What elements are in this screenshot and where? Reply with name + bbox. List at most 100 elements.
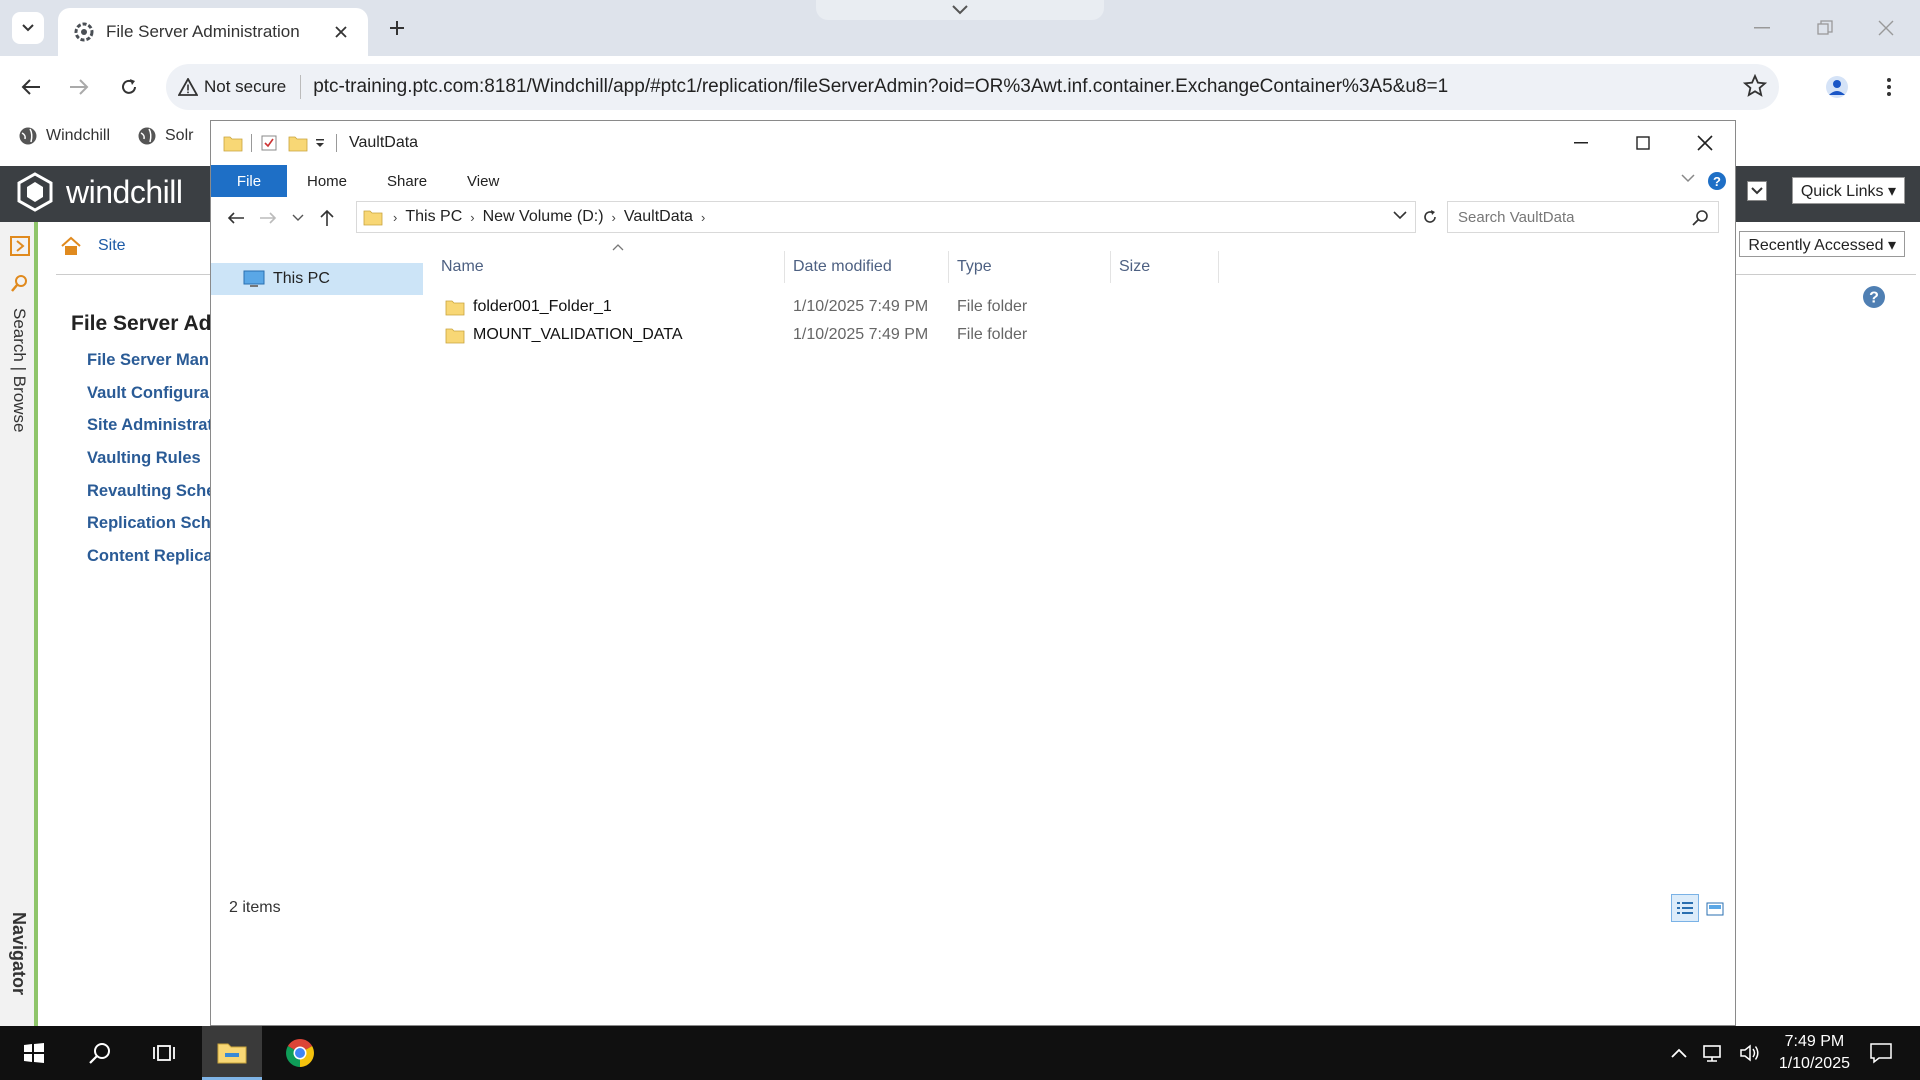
- browser-tab-active[interactable]: File Server Administration: [58, 8, 368, 56]
- sort-ascending-icon: [612, 243, 624, 251]
- explorer-path-bar[interactable]: › This PC › New Volume (D:) › VaultData …: [356, 201, 1416, 233]
- file-server-management-link[interactable]: File Server Man:: [87, 351, 214, 370]
- windchill-logo[interactable]: windchill: [14, 171, 183, 213]
- column-header-size[interactable]: Size: [1111, 251, 1219, 283]
- search-icon[interactable]: [11, 274, 29, 292]
- column-header-type[interactable]: Type: [949, 251, 1111, 283]
- file-date: 1/10/2025 7:49 PM: [793, 298, 929, 315]
- refresh-icon[interactable]: [1421, 208, 1439, 226]
- reload-button[interactable]: [112, 70, 146, 104]
- breadcrumb-site-link[interactable]: Site: [98, 237, 126, 255]
- explorer-back-button[interactable]: [223, 205, 249, 231]
- ribbon-tab-view[interactable]: View: [447, 165, 519, 197]
- ribbon-tab-share[interactable]: Share: [367, 165, 447, 197]
- taskbar-clock[interactable]: 7:49 PM 1/10/2025: [1779, 1031, 1850, 1075]
- vaulting-rules-link[interactable]: Vaulting Rules: [87, 449, 201, 468]
- details-view-icon: [1677, 902, 1693, 914]
- ribbon-tab-home[interactable]: Home: [287, 165, 367, 197]
- content-replication-link[interactable]: Content Replica: [87, 547, 213, 566]
- search-icon: [1692, 209, 1710, 227]
- security-label: Not secure: [204, 77, 287, 96]
- browser-tab-bar: File Server Administration: [0, 0, 1920, 56]
- browser-minimize-button[interactable]: [1748, 14, 1776, 42]
- vault-configuration-link[interactable]: Vault Configura: [87, 384, 209, 403]
- column-headers: Name Date modified Type Size: [433, 251, 1219, 283]
- browser-menu-button[interactable]: [1872, 70, 1906, 104]
- url-text[interactable]: ptc-training.ptc.com:8181/Windchill/app/…: [313, 76, 1779, 98]
- reload-icon: [122, 79, 136, 94]
- windchill-navigator-strip: Search | Browse Navigator: [0, 222, 38, 1026]
- path-segment-vaultdata[interactable]: VaultData: [624, 208, 693, 226]
- windchill-logo-icon: [17, 172, 53, 212]
- site-administration-link[interactable]: Site Administrat: [87, 416, 213, 435]
- folder-icon[interactable]: [223, 134, 243, 152]
- breadcrumb: Site: [60, 236, 126, 256]
- bookmark-solr[interactable]: Solr: [137, 126, 193, 146]
- column-header-date[interactable]: Date modified: [785, 251, 949, 283]
- taskbar-file-explorer[interactable]: [202, 1026, 262, 1080]
- expand-panel-icon[interactable]: [10, 236, 30, 256]
- recent-locations-button[interactable]: [285, 205, 311, 231]
- properties-check-icon[interactable]: [260, 134, 278, 152]
- path-segment-drive[interactable]: New Volume (D:): [483, 208, 604, 226]
- column-header-name[interactable]: Name: [433, 251, 785, 283]
- details-view-button[interactable]: [1671, 894, 1699, 922]
- path-history-dropdown-icon[interactable]: [1393, 210, 1407, 220]
- home-icon[interactable]: [60, 236, 82, 256]
- show-hidden-icons-icon[interactable]: [1671, 1048, 1687, 1058]
- nav-item-this-pc[interactable]: This PC: [211, 263, 423, 295]
- file-type: File folder: [957, 326, 1028, 343]
- tab-search-button[interactable]: [816, 0, 1104, 20]
- ribbon-tab-file[interactable]: File: [211, 165, 287, 197]
- quick-access-toolbar: [223, 134, 339, 152]
- explorer-maximize-button[interactable]: [1628, 131, 1658, 155]
- network-icon[interactable]: [1703, 1043, 1725, 1063]
- close-icon: [1697, 135, 1713, 151]
- start-button[interactable]: [4, 1026, 64, 1080]
- help-icon[interactable]: ?: [1862, 285, 1886, 309]
- tab-list-button[interactable]: [12, 12, 44, 44]
- arrow-left-icon: [227, 212, 244, 224]
- bookmark-star-icon[interactable]: [1743, 74, 1767, 98]
- large-icons-view-button[interactable]: [1703, 897, 1727, 921]
- explorer-help-icon[interactable]: ?: [1707, 171, 1727, 191]
- search-browse-tab[interactable]: Search | Browse: [9, 308, 29, 432]
- back-button[interactable]: [14, 70, 48, 104]
- replication-schedule-link[interactable]: Replication Sche: [87, 514, 220, 533]
- large-icons-view-icon: [1706, 902, 1724, 916]
- search-dropdown-button[interactable]: [1747, 181, 1767, 201]
- notifications-icon[interactable]: [1870, 1042, 1892, 1064]
- taskbar-chrome[interactable]: [270, 1026, 330, 1080]
- tab-close-icon[interactable]: [330, 21, 352, 43]
- path-segment-this-pc[interactable]: This PC: [405, 208, 462, 226]
- explorer-close-button[interactable]: [1690, 131, 1720, 155]
- new-tab-button[interactable]: [383, 14, 411, 42]
- explorer-minimize-button[interactable]: [1566, 131, 1596, 155]
- quick-links-button[interactable]: Quick Links ▾: [1791, 177, 1905, 204]
- new-folder-icon[interactable]: [288, 134, 308, 152]
- ribbon-expand-icon[interactable]: [1681, 173, 1695, 183]
- bookmark-windchill[interactable]: Windchill: [18, 126, 110, 146]
- customize-dropdown-icon[interactable]: [314, 137, 326, 149]
- browser-close-button[interactable]: [1872, 14, 1900, 42]
- task-view-button[interactable]: [134, 1026, 194, 1080]
- browser-restore-button[interactable]: [1811, 14, 1839, 42]
- file-row[interactable]: MOUNT_VALIDATION_DATA 1/10/2025 7:49 PM …: [433, 321, 1111, 349]
- taskbar-search-button[interactable]: [70, 1026, 130, 1080]
- revaulting-schedule-link[interactable]: Revaulting Sche: [87, 482, 215, 501]
- explorer-search-input[interactable]: Search VaultData: [1447, 201, 1719, 233]
- globe-icon: [138, 127, 156, 145]
- explorer-forward-button[interactable]: [255, 205, 281, 231]
- nav-item-label: This PC: [273, 270, 330, 287]
- maximize-icon: [1636, 136, 1650, 150]
- chevron-down-icon: [292, 214, 304, 221]
- profile-button[interactable]: [1820, 70, 1854, 104]
- file-row[interactable]: folder001_Folder_1 1/10/2025 7:49 PM Fil…: [433, 293, 1111, 321]
- recently-accessed-button[interactable]: Recently Accessed ▾: [1739, 231, 1905, 257]
- navigator-tab[interactable]: Navigator: [8, 912, 29, 995]
- volume-icon[interactable]: [1739, 1043, 1761, 1063]
- forward-button[interactable]: [62, 70, 96, 104]
- security-indicator[interactable]: Not secure: [178, 77, 286, 97]
- up-level-button[interactable]: [314, 205, 340, 231]
- address-bar[interactable]: Not secure ptc-training.ptc.com:8181/Win…: [166, 64, 1779, 110]
